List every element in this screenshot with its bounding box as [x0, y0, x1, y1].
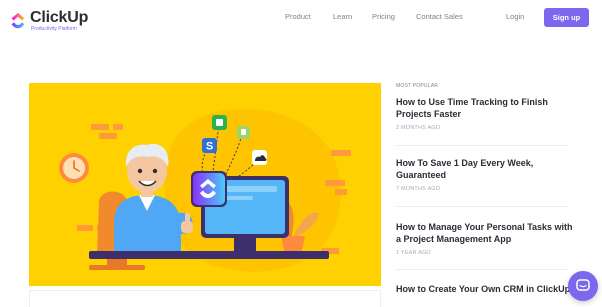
- chat-icon: [576, 279, 590, 291]
- divider: [396, 206, 568, 207]
- post-date: 7 MONTHS AGO: [396, 186, 441, 192]
- hero-illustration[interactable]: S: [29, 83, 381, 286]
- post-title[interactable]: How To Save 1 Day Every Week, Guaranteed: [396, 157, 574, 181]
- article-card: [29, 290, 381, 307]
- nav-product[interactable]: Product: [285, 12, 311, 21]
- popular-post[interactable]: How to Create Your Own CRM in ClickUp: [396, 283, 574, 295]
- popular-post[interactable]: How to Use Time Tracking to Finish Proje…: [396, 96, 574, 131]
- post-date: 2 MONTHS AGO: [396, 125, 441, 131]
- nav-learn[interactable]: Learn: [333, 12, 352, 21]
- post-title[interactable]: How to Use Time Tracking to Finish Proje…: [396, 96, 574, 120]
- clickup-logo[interactable]: ClickUp Productivity Platform: [10, 8, 88, 34]
- popular-post[interactable]: How To Save 1 Day Every Week, Guaranteed…: [396, 157, 574, 192]
- divider: [396, 269, 568, 270]
- nav-login[interactable]: Login: [506, 12, 524, 21]
- clickup-illustration-icon: S: [59, 108, 351, 272]
- nav-contact-sales[interactable]: Contact Sales: [416, 12, 463, 21]
- post-date: 1 YEAR AGO: [396, 250, 431, 256]
- popular-post[interactable]: How to Manage Your Personal Tasks with a…: [396, 221, 574, 256]
- divider: [396, 145, 568, 146]
- post-title[interactable]: How to Manage Your Personal Tasks with a…: [396, 221, 574, 245]
- nav-pricing[interactable]: Pricing: [372, 12, 395, 21]
- post-title[interactable]: How to Create Your Own CRM in ClickUp: [396, 283, 574, 295]
- brand-tagline: Productivity Platform: [31, 25, 77, 32]
- chat-button[interactable]: [568, 271, 598, 301]
- svg-text:S: S: [206, 141, 213, 153]
- brand-name: ClickUp: [30, 8, 89, 26]
- most-popular-heading: MOST POPULAR: [396, 83, 439, 89]
- clickup-logo-icon: [11, 13, 25, 29]
- site-header: ClickUp Productivity Platform Product Le…: [0, 0, 602, 36]
- signup-button[interactable]: Sign up: [544, 8, 589, 27]
